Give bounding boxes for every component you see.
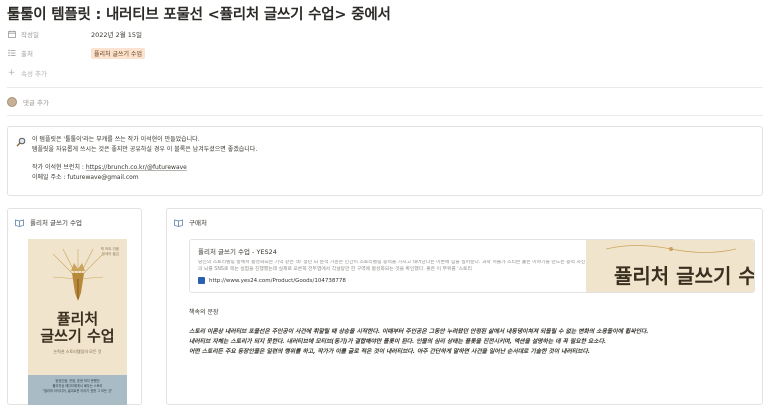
page-title[interactable]: 툴툴이 템플릿 : 내러티브 포물선 <퓰리처 글쓰기 수업> 중에서 xyxy=(7,3,391,24)
bookmark-title: 퓰리처 글쓰기 수업 - YES24 xyxy=(198,248,277,256)
property-row-date[interactable]: 작성일 2022년 2월 15일 xyxy=(7,26,142,42)
quote-heading: 책속의 문장 xyxy=(189,309,219,316)
property-row-source[interactable]: 출처 퓰리처 글쓰기 수업 xyxy=(7,45,145,61)
bookmark-url-row: http://www.yes24.com/Product/Goods/10473… xyxy=(198,277,588,284)
purchase-card: 구매처 퓰리처 글쓰기 수업 - YES24 당신의 스토리텔링 방에서 활성화… xyxy=(166,208,763,405)
open-book-icon xyxy=(174,218,183,227)
thumbnail-title: 퓰리처 글쓰기 수업 xyxy=(614,264,754,288)
brunch-link[interactable]: https://brunch.co.kr/@futurewave xyxy=(86,164,187,171)
brunch-label: 작가 이석현 브런치 : xyxy=(32,164,86,171)
cover-title: 퓰리처 글쓰기 수업 xyxy=(40,310,115,345)
source-tag[interactable]: 퓰리처 글쓰기 수업 xyxy=(91,47,145,59)
favicon-icon xyxy=(198,277,205,284)
quote-line: 내러티브 자체는 스토리가 되지 못한다. 내러티브에 모티브(동기)가 결합해… xyxy=(189,339,607,345)
calendar-icon xyxy=(7,30,16,39)
book-card-title: 퓰리처 글쓰기 수업 xyxy=(30,219,82,227)
add-property-button[interactable]: + 속성 추가 xyxy=(7,65,47,81)
add-property-label: 속성 추가 xyxy=(21,70,47,78)
magnifier-icon xyxy=(16,137,26,150)
list-icon xyxy=(7,49,16,58)
fountain-pen-icon xyxy=(53,249,103,301)
purchase-card-title: 구매처 xyxy=(189,219,207,227)
avatar xyxy=(7,97,17,107)
bookmark-thumbnail: 퓰리처 글쓰기 수업 xyxy=(586,240,754,292)
cover-subtitle: 논픽션 스토리텔링의 모든 것 xyxy=(53,349,102,354)
cover-band: 등장인물, 관점, 표현 하지 못했던 퓰리처상 에디터에게서 배우는 스토리 … xyxy=(28,375,127,405)
property-label: 출처 xyxy=(21,50,33,58)
property-label: 작성일 xyxy=(21,31,39,39)
quote-line: 스토리 이론상 내러티브 포물선은 주인공이 사건에 휘말릴 때 상승을 시작한… xyxy=(189,329,649,335)
purchase-card-heading: 구매처 xyxy=(174,217,207,227)
open-book-icon xyxy=(15,218,24,227)
quote-line: 어떤 스토리든 주요 등장인물은 일련의 행위를 하고, 작가가 이를 글로 적… xyxy=(189,349,590,355)
book-card: 퓰리처 글쓰기 수업 잭 하트 지음 정세라 옮김 퓰리처 글쓰기 수업 논픽션… xyxy=(7,208,142,405)
ornament-icon xyxy=(606,245,736,253)
divider xyxy=(7,87,763,88)
quote-block: 스토리 이론상 내러티브 포물선은 주인공이 사건에 휘말릴 때 상승을 시작한… xyxy=(189,327,648,357)
callout-line: 이 템플릿은 '툴툴이'라는 부캐를 쓰는 작가 이석현이 만들었습니다. xyxy=(32,136,200,143)
callout-line: 작가 이석현 브런치 : https://brunch.co.kr/@futur… xyxy=(32,163,750,173)
callout-line: 이메일 주소 : futurewave@gmail.com xyxy=(32,173,139,181)
divider xyxy=(7,115,763,116)
bookmark-url: http://www.yes24.com/Product/Goods/10473… xyxy=(209,277,346,284)
callout-line: 템플릿을 자유롭게 쓰시는 것은 좋지만 공유하실 경우 이 블록은 남겨두셨으… xyxy=(32,145,258,153)
book-card-heading: 퓰리처 글쓰기 수업 xyxy=(15,217,82,227)
bookmark-description: 당신의 스토리텔링 방에서 활성화되는 기억 같은 책! 정년 뇌 분석 가운은… xyxy=(198,260,586,272)
add-comment-placeholder[interactable]: 댓글 추가 xyxy=(23,97,49,107)
callout-block[interactable]: 이 템플릿은 '툴툴이'라는 부캐를 쓰는 작가 이석현이 만들었습니다. 템플… xyxy=(7,126,763,196)
cover-author: 잭 하트 지음 정세라 옮김 xyxy=(100,247,119,256)
plus-icon: + xyxy=(7,68,16,78)
book-cover-image[interactable]: 잭 하트 지음 정세라 옮김 퓰리처 글쓰기 수업 논픽션 스토리텔링의 모든 … xyxy=(28,239,127,405)
add-comment-row[interactable]: 댓글 추가 xyxy=(7,95,49,109)
bookmark-link[interactable]: 퓰리처 글쓰기 수업 - YES24 당신의 스토리텔링 방에서 활성화되는 기… xyxy=(189,239,755,293)
date-value[interactable]: 2022년 2월 15일 xyxy=(91,29,142,39)
